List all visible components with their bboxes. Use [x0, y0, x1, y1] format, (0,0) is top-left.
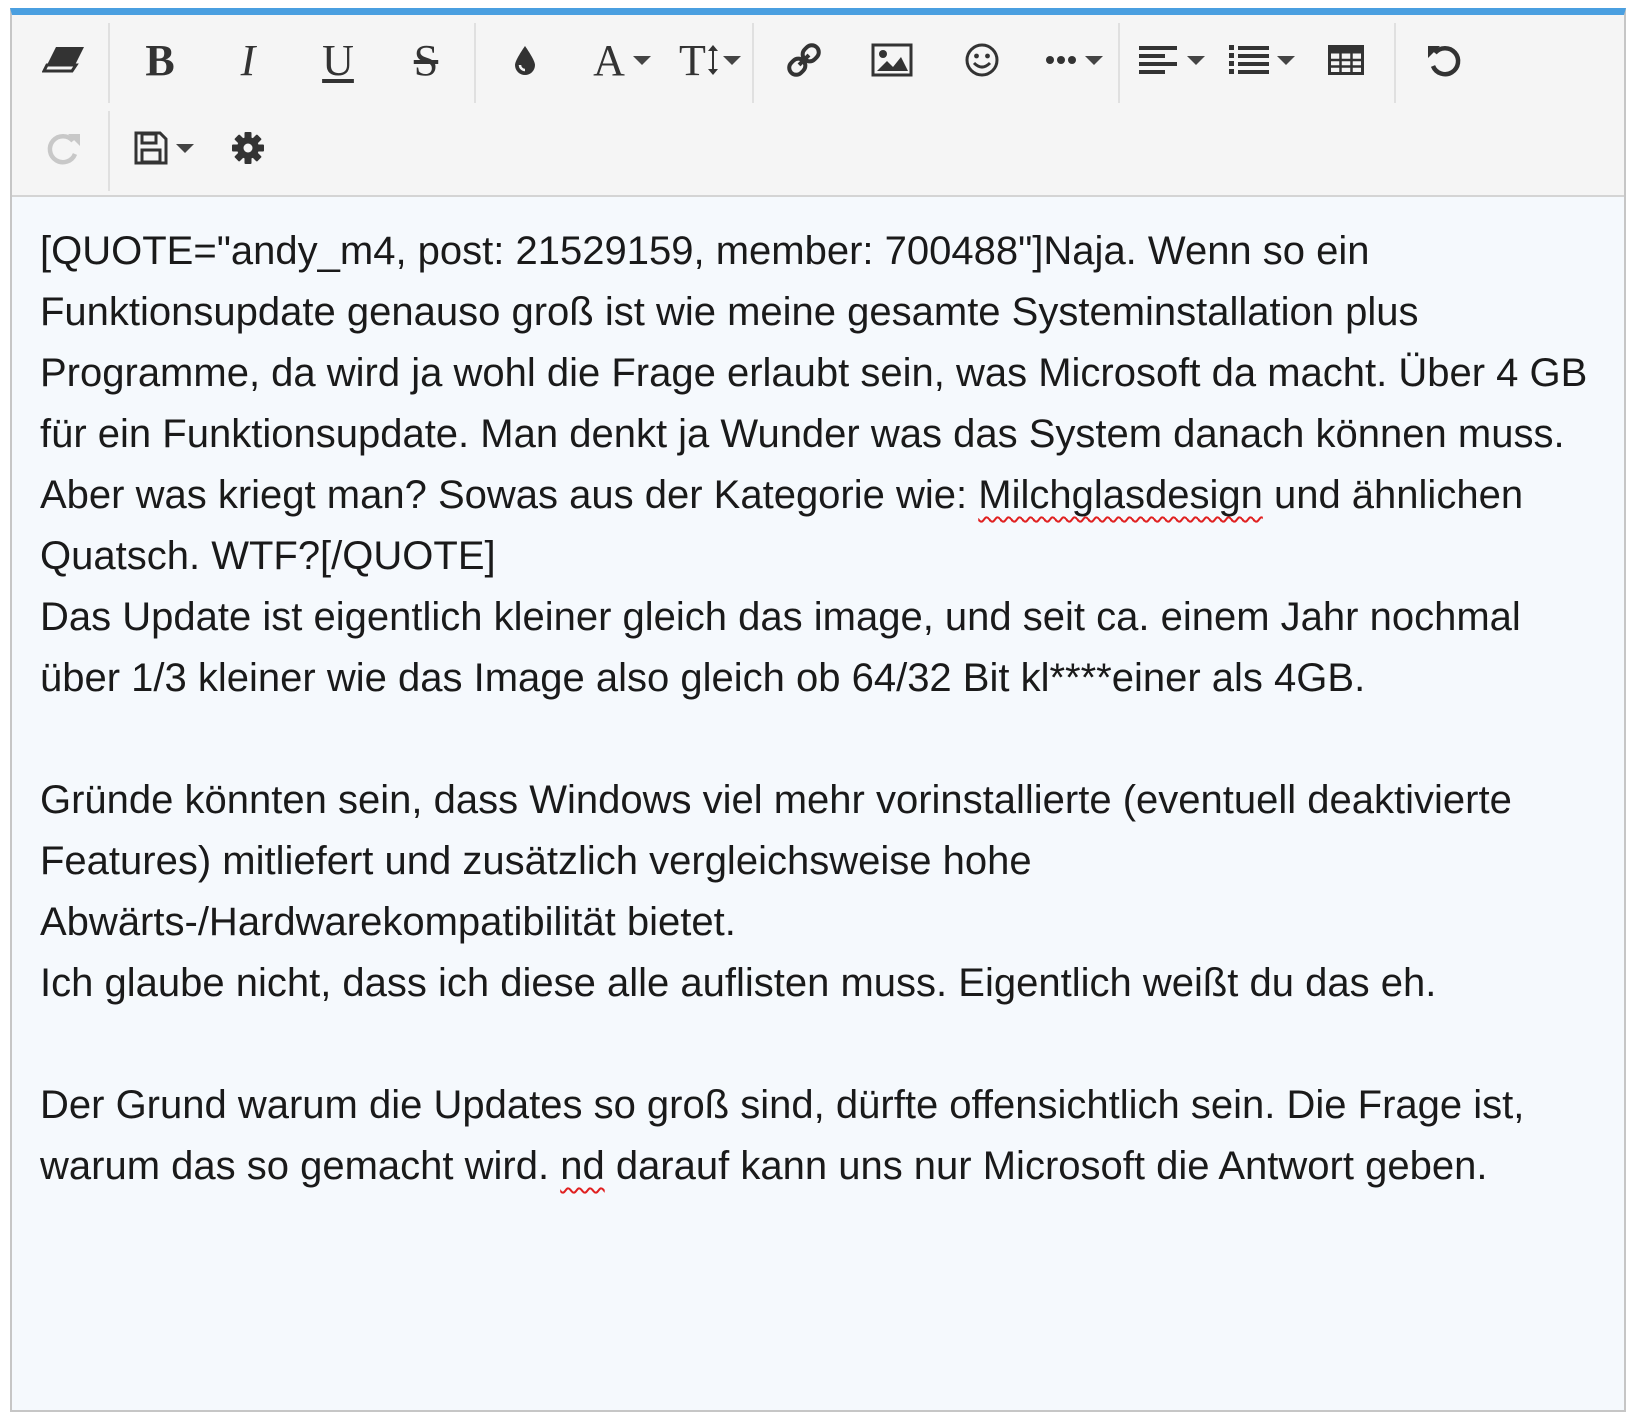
text-run: darauf kann uns nur Microsoft die Antwor…	[604, 1144, 1488, 1188]
save-icon	[134, 131, 168, 165]
paragraph: Das Update ist eigentlich kleiner gleich…	[40, 595, 1532, 700]
undo-icon	[1428, 45, 1461, 77]
image-icon	[871, 43, 913, 77]
strikethrough-button[interactable]: S	[398, 17, 454, 103]
spellcheck-word[interactable]: nd	[560, 1144, 605, 1188]
chevron-down-icon	[722, 55, 741, 65]
list-button[interactable]	[1222, 17, 1302, 103]
ellipsis-icon	[1046, 56, 1076, 64]
drafts-button[interactable]	[124, 105, 204, 191]
chevron-down-icon	[1277, 55, 1295, 65]
insert-smilie-button[interactable]	[954, 17, 1010, 103]
insert-image-button[interactable]	[864, 17, 920, 103]
undo-button[interactable]	[1416, 17, 1472, 103]
paragraph: Gründe könnten sein, dass Windows viel m…	[40, 778, 1523, 944]
align-left-icon	[1139, 46, 1177, 74]
font-family-icon: A	[593, 35, 625, 85]
smiley-icon	[965, 43, 999, 77]
resize-vertical-icon	[707, 45, 718, 75]
table-icon	[1328, 45, 1364, 75]
empty-line: ​	[40, 1014, 1594, 1075]
link-icon	[787, 43, 821, 77]
toolbar-separator	[1394, 23, 1396, 103]
chevron-down-icon	[1085, 55, 1103, 65]
toolbar-separator	[108, 111, 110, 191]
settings-button[interactable]	[220, 105, 276, 191]
italic-button[interactable]: I	[220, 17, 276, 103]
text-color-button[interactable]	[500, 17, 550, 103]
remove-format-button[interactable]	[36, 17, 92, 103]
paragraph: Ich glaube nicht, dass ich diese alle au…	[40, 961, 1437, 1005]
chevron-down-icon	[1187, 55, 1205, 65]
empty-line: ​	[40, 709, 1594, 770]
underline-button[interactable]: U	[310, 17, 366, 103]
chevron-down-icon	[176, 143, 194, 153]
insert-link-button[interactable]	[776, 17, 832, 103]
more-options-button[interactable]	[1034, 17, 1114, 103]
redo-icon	[47, 133, 80, 165]
spellcheck-word[interactable]: Milchglasdesign	[978, 473, 1263, 517]
paragraph: Aber was kriegt man? Sowas aus der Kateg…	[40, 465, 1594, 587]
bold-icon: B	[145, 35, 175, 85]
underline-icon: U	[322, 35, 354, 85]
toolbar-row-1: B I U S A T	[12, 17, 1624, 103]
redo-button[interactable]	[36, 105, 92, 191]
editor-content[interactable]: [QUOTE="andy_m4, post: 21529159, member:…	[40, 221, 1594, 1197]
toolbar-separator	[474, 23, 476, 103]
gear-icon	[232, 132, 264, 164]
toolbar-row-2	[12, 105, 1624, 191]
paragraph: Der Grund warum die Updates so groß sind…	[40, 1075, 1594, 1197]
font-size-icon: T	[679, 35, 706, 85]
toolbar-separator	[752, 23, 754, 103]
editor-toolbar: B I U S A T	[12, 15, 1624, 197]
insert-table-button[interactable]	[1318, 17, 1374, 103]
toolbar-separator	[1118, 23, 1120, 103]
font-size-button[interactable]: T	[670, 17, 750, 103]
alignment-button[interactable]	[1132, 17, 1212, 103]
font-family-button[interactable]: A	[582, 17, 662, 103]
strikethrough-icon: S	[413, 35, 439, 85]
list-icon	[1229, 45, 1269, 74]
toolbar-separator	[108, 23, 110, 103]
bold-button[interactable]: B	[132, 17, 188, 103]
eraser-icon	[42, 47, 84, 73]
paragraph: [QUOTE="andy_m4, post: 21529159, member:…	[40, 229, 1599, 456]
chevron-down-icon	[632, 55, 651, 65]
rich-text-editor: B I U S A T [QUOTE="andy_m4, post: 21529…	[10, 8, 1626, 1412]
text-run: Aber was kriegt man? Sowas aus der Kateg…	[40, 473, 979, 517]
droplet-icon	[515, 46, 535, 75]
italic-icon: I	[240, 35, 256, 85]
